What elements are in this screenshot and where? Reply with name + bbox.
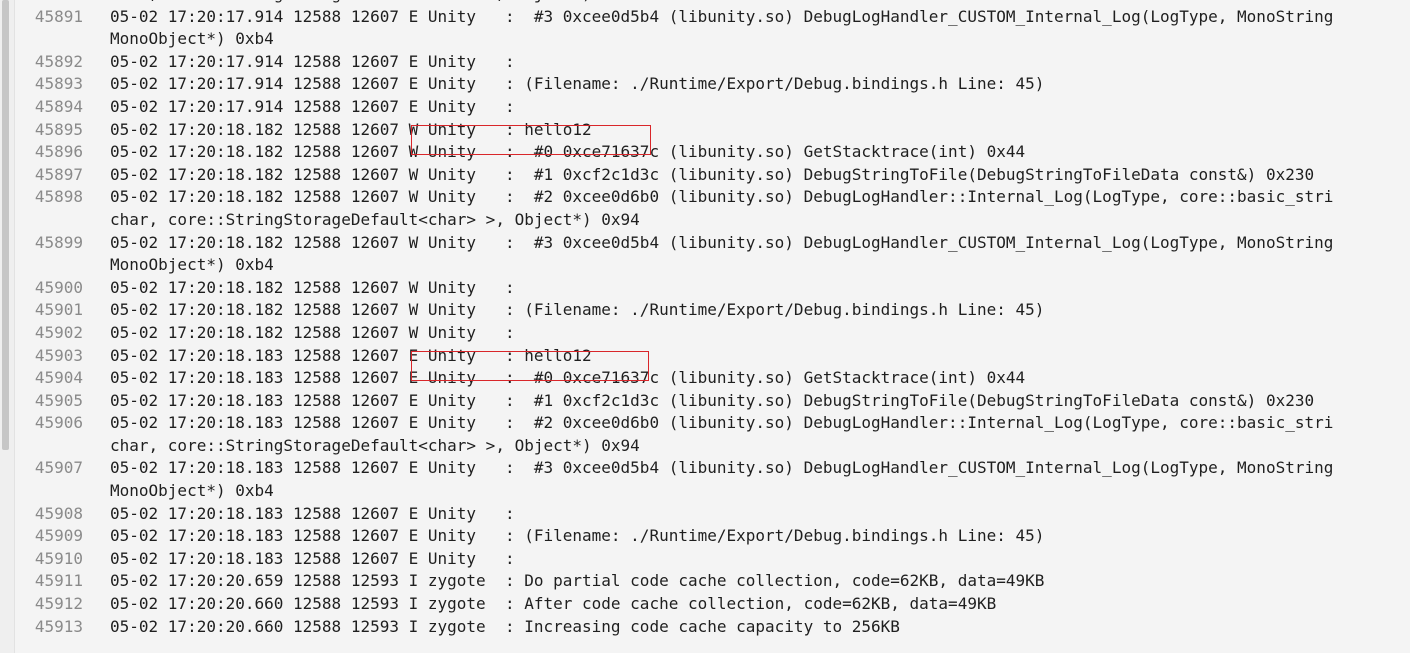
line-number: 45905 <box>34 390 83 410</box>
log-entry-text: 05-02 17:20:18.183 12588 12607 E Unity :… <box>110 412 1410 457</box>
log-line-text: 05-02 17:20:18.183 12588 12607 E Unity :… <box>110 413 1334 433</box>
line-number: 45895 <box>34 119 83 139</box>
log-viewer-window: char, core::StringStorageDefault<char> >… <box>0 0 1410 653</box>
line-number: 45898 <box>34 187 83 207</box>
line-number: 45907 <box>34 458 83 478</box>
log-row[interactable]: 45910 05-02 17:20:18.183 12588 12607 E Un… <box>0 548 1410 571</box>
log-row[interactable]: 45893 05-02 17:20:17.914 12588 12607 E Un… <box>0 73 1410 96</box>
log-lines[interactable]: char, core::StringStorageDefault<char> >… <box>0 0 1410 638</box>
log-line-text: 05-02 17:20:18.183 12588 12607 E Unity :… <box>110 458 1334 478</box>
log-entry-text: 05-02 17:20:20.660 12588 12593 I zygote … <box>110 593 1410 616</box>
log-entry-text: 05-02 17:20:18.182 12588 12607 W Unity :… <box>110 164 1410 187</box>
line-number: 45909 <box>34 526 83 546</box>
line-number: 45900 <box>34 277 83 297</box>
log-line-text: 05-02 17:20:18.182 12588 12607 W Unity : <box>110 277 515 297</box>
log-entry-text: 05-02 17:20:17.914 12588 12607 E Unity :… <box>110 6 1410 51</box>
log-row[interactable]: 45900 05-02 17:20:18.182 12588 12607 W Un… <box>0 277 1410 300</box>
log-entry-text: 05-02 17:20:18.182 12588 12607 W Unity :… <box>110 141 1410 164</box>
log-line-text: 05-02 17:20:17.914 12588 12607 E Unity :… <box>110 74 1045 94</box>
log-row[interactable]: 45912 05-02 17:20:20.660 12588 12593 I zy… <box>0 593 1410 616</box>
log-row[interactable]: 45894 05-02 17:20:17.914 12588 12607 E Un… <box>0 96 1410 119</box>
log-line-text: 05-02 17:20:18.182 12588 12607 W Unity :… <box>110 119 592 139</box>
log-entry-text: 05-02 17:20:20.659 12588 12593 I zygote … <box>110 570 1410 593</box>
log-row[interactable]: 45901 05-02 17:20:18.182 12588 12607 W Un… <box>0 299 1410 322</box>
log-row[interactable]: 45902 05-02 17:20:18.182 12588 12607 W Un… <box>0 322 1410 345</box>
log-row[interactable]: 45908 05-02 17:20:18.183 12588 12607 E Un… <box>0 503 1410 526</box>
log-row[interactable]: 45906 05-02 17:20:18.183 12588 12607 E Un… <box>0 412 1410 457</box>
log-row[interactable]: 45903 05-02 17:20:18.183 12588 12607 E Un… <box>0 345 1410 368</box>
log-line-text: 05-02 17:20:18.182 12588 12607 W Unity :… <box>110 187 1334 207</box>
line-number: 45896 <box>34 142 83 162</box>
log-line-text: 05-02 17:20:18.183 12588 12607 E Unity :… <box>110 368 1026 388</box>
log-row[interactable]: 45904 05-02 17:20:18.183 12588 12607 E Un… <box>0 367 1410 390</box>
log-row[interactable]: 45892 05-02 17:20:17.914 12588 12607 E Un… <box>0 51 1410 74</box>
line-number: 45894 <box>34 96 83 116</box>
log-row[interactable]: 45898 05-02 17:20:18.182 12588 12607 W Un… <box>0 186 1410 231</box>
log-row[interactable]: 45913 05-02 17:20:20.660 12588 12593 I zy… <box>0 616 1410 639</box>
log-line-wrapped-text: MonoObject*) 0xb4 <box>110 29 274 49</box>
log-row[interactable]: 45909 05-02 17:20:18.183 12588 12607 E Un… <box>0 525 1410 548</box>
log-row[interactable]: 45897 05-02 17:20:18.182 12588 12607 W Un… <box>0 164 1410 187</box>
log-line-text: 05-02 17:20:18.182 12588 12607 W Unity : <box>110 322 515 342</box>
line-number: 45911 <box>34 571 83 591</box>
log-entry-text: 05-02 17:20:17.914 12588 12607 E Unity : <box>110 96 1410 119</box>
log-line-wrapped-text: MonoObject*) 0xb4 <box>110 481 274 501</box>
line-number: 45901 <box>34 300 83 320</box>
log-entry-text: 05-02 17:20:18.182 12588 12607 W Unity :… <box>110 232 1410 277</box>
log-entry-text: 05-02 17:20:18.182 12588 12607 W Unity :… <box>110 186 1410 231</box>
log-line-text: 05-02 17:20:18.183 12588 12607 E Unity :… <box>110 526 1045 546</box>
log-entry-text: 05-02 17:20:18.183 12588 12607 E Unity :… <box>110 345 1410 368</box>
line-number: 45892 <box>34 51 83 71</box>
log-line-text: 05-02 17:20:20.660 12588 12593 I zygote … <box>110 594 997 614</box>
log-row[interactable]: 45907 05-02 17:20:18.183 12588 12607 E Un… <box>0 457 1410 502</box>
log-entry-text: 05-02 17:20:17.914 12588 12607 E Unity :… <box>110 73 1410 96</box>
log-line-text: 05-02 17:20:17.914 12588 12607 E Unity : <box>110 96 515 116</box>
log-line-text: 05-02 17:20:18.183 12588 12607 E Unity :… <box>110 390 1315 410</box>
line-number: 45904 <box>34 368 83 388</box>
log-entry-text: 05-02 17:20:18.183 12588 12607 E Unity : <box>110 548 1410 571</box>
log-entry-text: 05-02 17:20:18.182 12588 12607 W Unity : <box>110 277 1410 300</box>
log-line-text: 05-02 17:20:18.182 12588 12607 W Unity :… <box>110 300 1045 320</box>
log-row[interactable]: 45891 05-02 17:20:17.914 12588 12607 E Un… <box>0 6 1410 51</box>
log-entry-text: 05-02 17:20:18.182 12588 12607 W Unity :… <box>110 299 1410 322</box>
log-line-text: 05-02 17:20:20.660 12588 12593 I zygote … <box>110 616 900 636</box>
log-row[interactable]: 45895 05-02 17:20:18.182 12588 12607 W Un… <box>0 119 1410 142</box>
log-row[interactable]: 45896 05-02 17:20:18.182 12588 12607 W Un… <box>0 141 1410 164</box>
line-number: 45902 <box>34 322 83 342</box>
log-line-wrapped-text: char, core::StringStorageDefault<char> >… <box>110 209 640 229</box>
log-entry-text: 05-02 17:20:20.660 12588 12593 I zygote … <box>110 616 1410 639</box>
log-line-text: 05-02 17:20:17.914 12588 12607 E Unity : <box>110 51 515 71</box>
log-row[interactable]: 45911 05-02 17:20:20.659 12588 12593 I zy… <box>0 570 1410 593</box>
log-line-text: 05-02 17:20:18.183 12588 12607 E Unity :… <box>110 345 592 365</box>
log-entry-text: 05-02 17:20:18.182 12588 12607 W Unity : <box>110 322 1410 345</box>
line-number: 45891 <box>34 6 83 26</box>
log-entry-text: 05-02 17:20:17.914 12588 12607 E Unity : <box>110 51 1410 74</box>
line-number: 45893 <box>34 74 83 94</box>
log-line-text: 05-02 17:20:18.182 12588 12607 W Unity :… <box>110 232 1334 252</box>
log-line-text: 05-02 17:20:17.914 12588 12607 E Unity :… <box>110 6 1334 26</box>
log-entry-text: 05-02 17:20:18.183 12588 12607 E Unity : <box>110 503 1410 526</box>
log-entry-text: 05-02 17:20:18.183 12588 12607 E Unity :… <box>110 457 1410 502</box>
log-entry-text: 05-02 17:20:18.183 12588 12607 E Unity :… <box>110 390 1410 413</box>
line-number: 45899 <box>34 232 83 252</box>
line-number: 45913 <box>34 616 83 636</box>
line-number: 45908 <box>34 503 83 523</box>
log-line-text: 05-02 17:20:20.659 12588 12593 I zygote … <box>110 571 1045 591</box>
log-entry-text: 05-02 17:20:18.182 12588 12607 W Unity :… <box>110 119 1410 142</box>
log-line-text: 05-02 17:20:18.182 12588 12607 W Unity :… <box>110 142 1026 162</box>
line-number: 45897 <box>34 164 83 184</box>
line-number: 45903 <box>34 345 83 365</box>
log-entry-text: 05-02 17:20:18.183 12588 12607 E Unity :… <box>110 367 1410 390</box>
log-entry-text: 05-02 17:20:18.183 12588 12607 E Unity :… <box>110 525 1410 548</box>
log-line-text: 05-02 17:20:18.183 12588 12607 E Unity : <box>110 548 515 568</box>
line-number: 45912 <box>34 594 83 614</box>
line-number: 45906 <box>34 413 83 433</box>
log-line-text: 05-02 17:20:18.182 12588 12607 W Unity :… <box>110 164 1315 184</box>
log-row[interactable]: 45899 05-02 17:20:18.182 12588 12607 W Un… <box>0 232 1410 277</box>
log-line-wrapped-text: MonoObject*) 0xb4 <box>110 255 274 275</box>
line-number: 45910 <box>34 548 83 568</box>
log-line-text: 05-02 17:20:18.183 12588 12607 E Unity : <box>110 503 515 523</box>
log-row[interactable]: 45905 05-02 17:20:18.183 12588 12607 E Un… <box>0 390 1410 413</box>
log-line-wrapped-text: char, core::StringStorageDefault<char> >… <box>110 435 640 455</box>
